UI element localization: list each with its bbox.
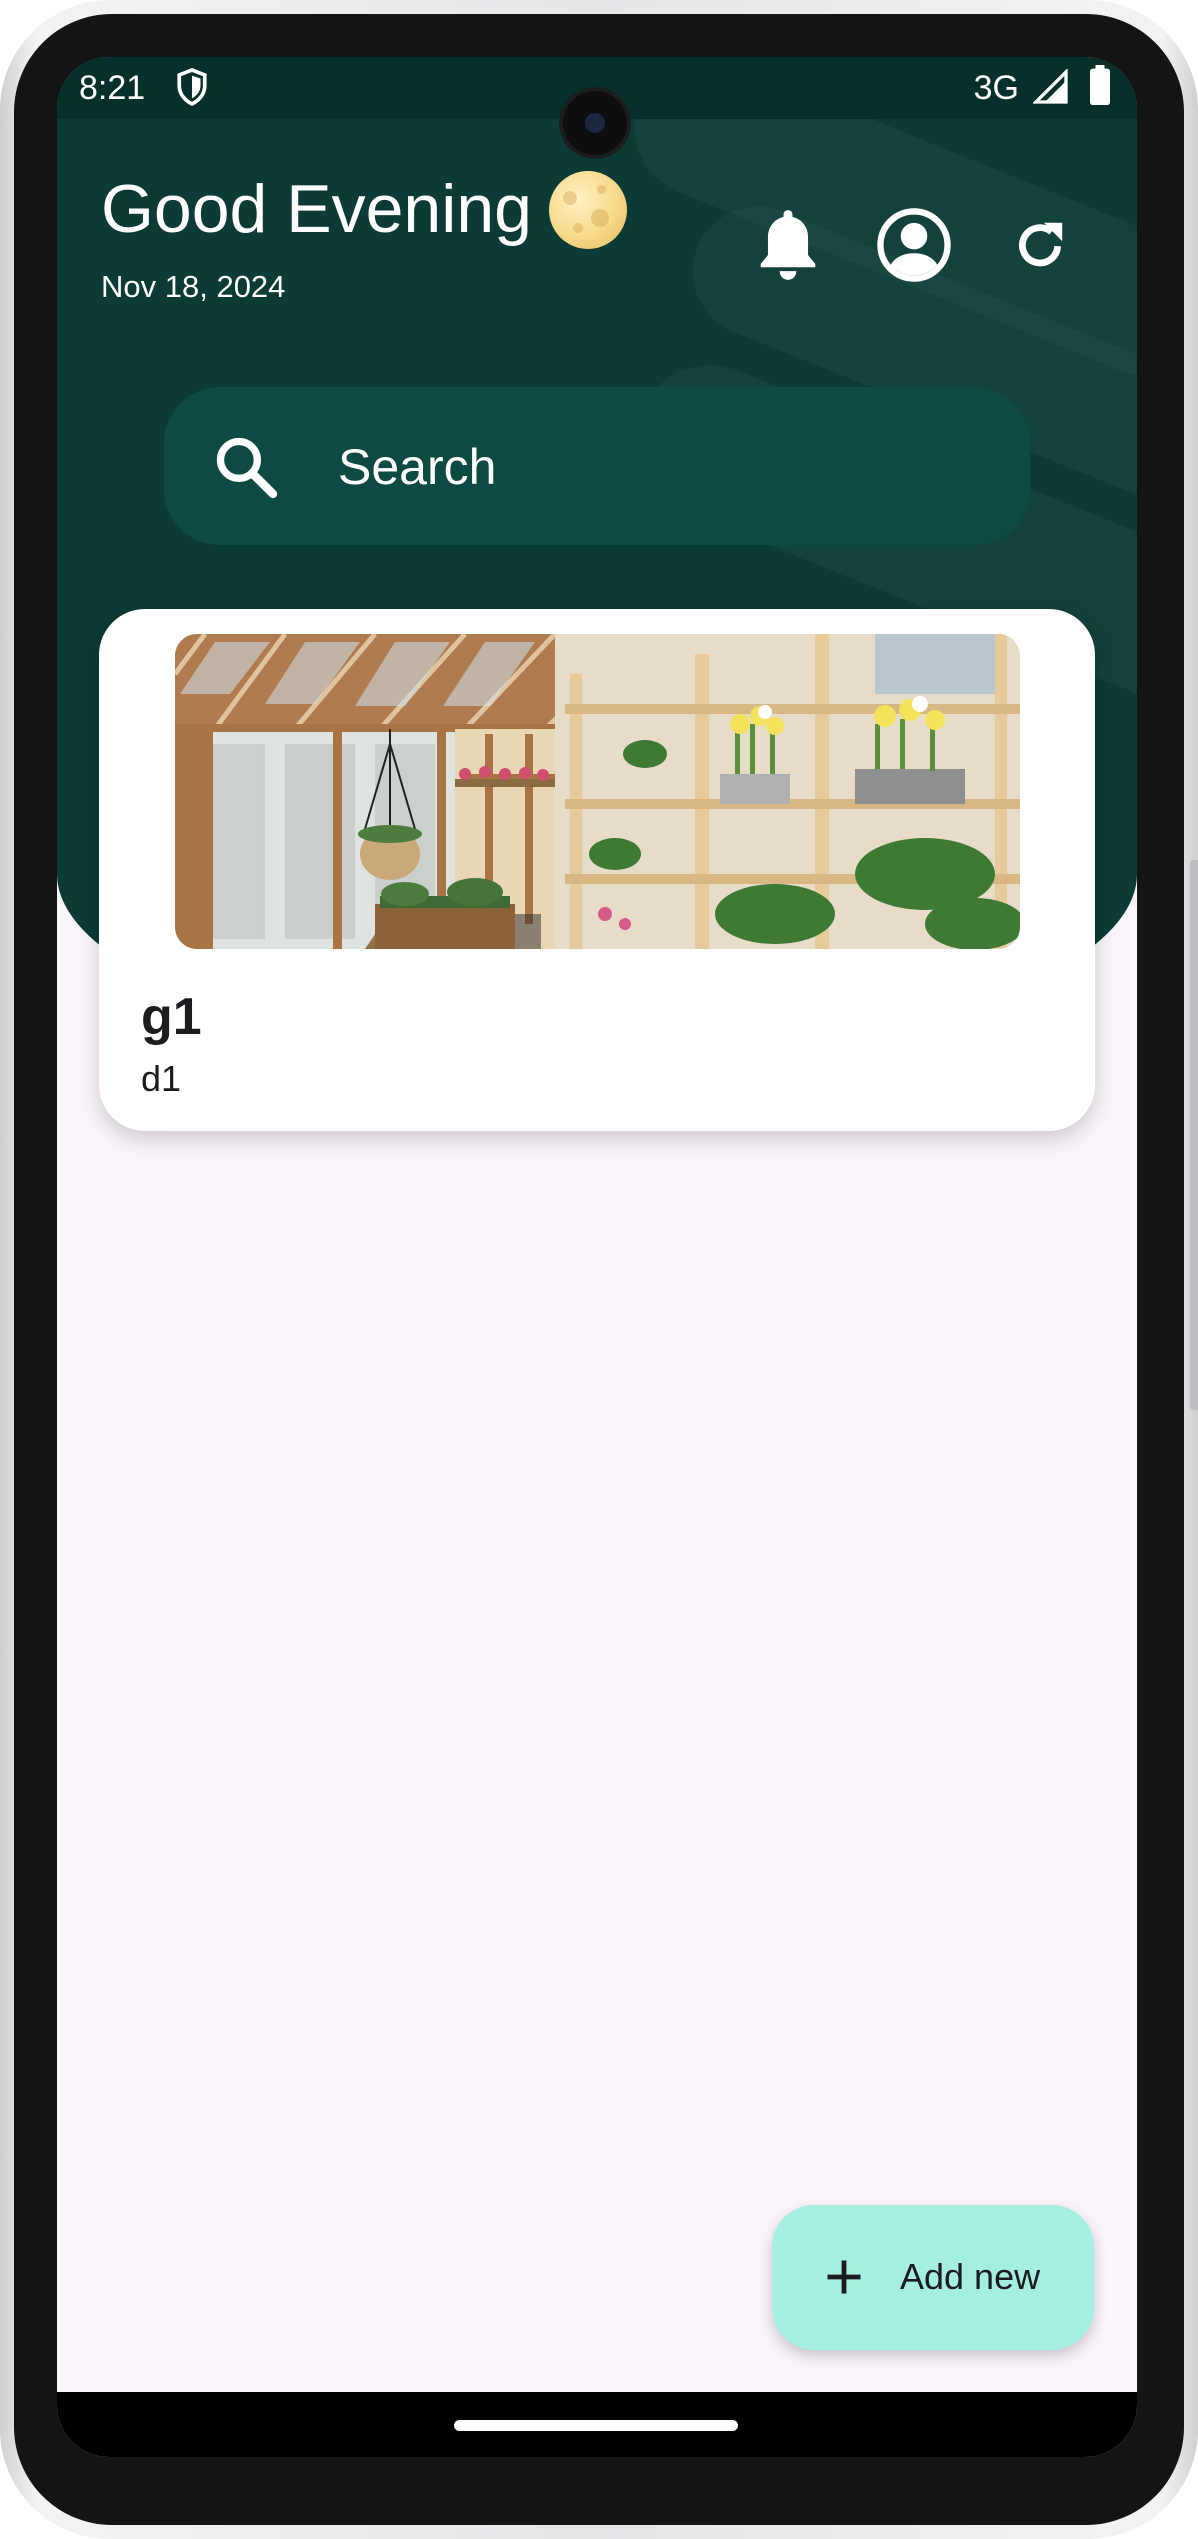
greeting-title: Good Evening (101, 171, 532, 247)
refresh-icon (1019, 222, 1063, 267)
profile-icon (877, 208, 951, 282)
profile-button[interactable] (868, 199, 960, 291)
shield-icon (177, 68, 207, 107)
app-screen: 8:21 3G Good Evening Nov 18, 2024 Search… (57, 57, 1137, 2457)
search-icon (216, 437, 278, 499)
search-input[interactable]: Search (164, 387, 1030, 545)
home-indicator[interactable] (454, 2420, 738, 2431)
greenhouse-image (175, 634, 1020, 949)
add-new-button[interactable]: Add new (772, 2205, 1094, 2350)
search-placeholder: Search (338, 439, 497, 495)
add-new-label: Add new (900, 2256, 1041, 2297)
moon-icon (549, 171, 627, 249)
network-type: 3G (973, 69, 1019, 107)
battery-icon (1090, 65, 1110, 105)
current-date: Nov 18, 2024 (101, 269, 286, 304)
plus-icon (827, 2260, 861, 2294)
signal-icon (1033, 69, 1068, 104)
card-description: d1 (141, 1058, 182, 1099)
status-time: 8:21 (79, 69, 146, 107)
phone-frame: 8:21 3G Good Evening Nov 18, 2024 Search… (0, 0, 1198, 2539)
greenhouse-card[interactable]: g1 d1 (99, 609, 1095, 1131)
card-title: g1 (141, 988, 202, 1046)
power-button (1190, 1080, 1198, 1410)
volume-button (1190, 860, 1198, 1100)
notifications-button[interactable] (742, 199, 834, 291)
refresh-button[interactable] (994, 199, 1086, 291)
front-camera (563, 91, 627, 155)
notifications-bell-icon (760, 210, 816, 280)
